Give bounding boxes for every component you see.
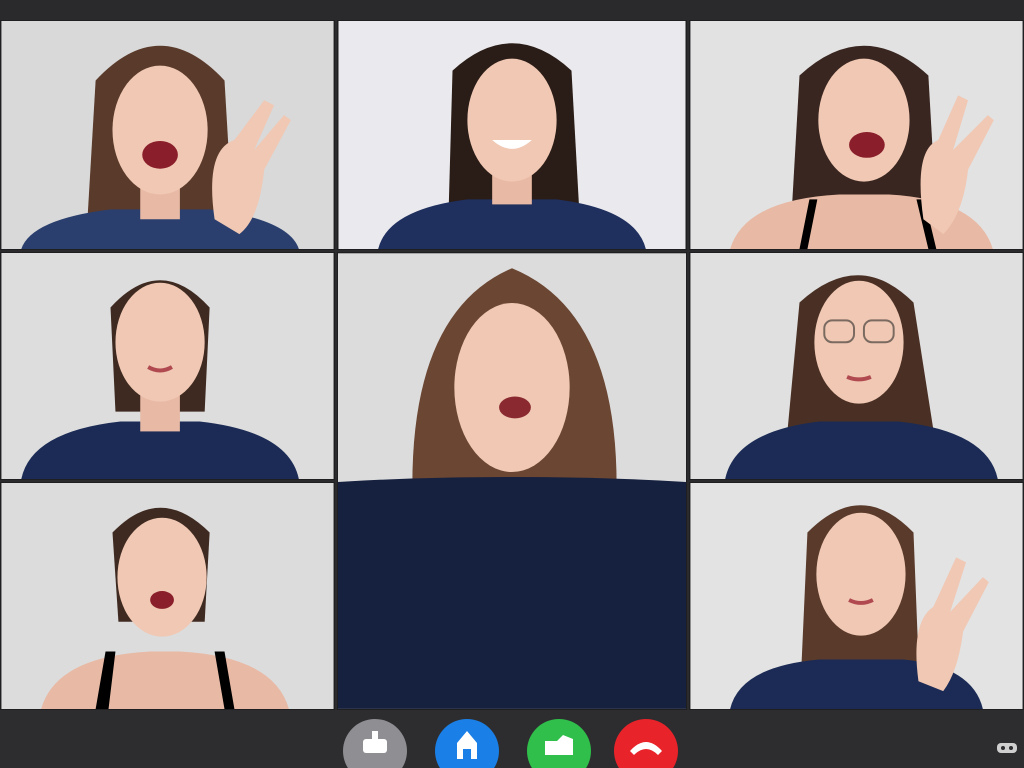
hang-up-icon bbox=[630, 742, 662, 755]
participant-tile-6[interactable] bbox=[689, 252, 1024, 480]
participant-video-7 bbox=[1, 483, 334, 709]
end-call-button[interactable] bbox=[614, 719, 678, 768]
participant-video-6 bbox=[690, 253, 1023, 479]
participant-video-1 bbox=[1, 21, 334, 249]
top-bar bbox=[0, 0, 1024, 20]
participant-video-4 bbox=[1, 253, 334, 479]
app-logo-icon bbox=[997, 743, 1017, 753]
participant-tile-2[interactable] bbox=[337, 20, 687, 250]
participant-video-8 bbox=[690, 483, 1023, 709]
call-controls-bar bbox=[0, 710, 1024, 768]
participant-tile-4[interactable] bbox=[0, 252, 335, 480]
person-icon bbox=[457, 731, 477, 759]
participant-grid bbox=[0, 20, 1024, 710]
gray-action-button[interactable] bbox=[343, 719, 407, 768]
participant-tile-5-featured[interactable] bbox=[337, 252, 687, 710]
participant-video-2 bbox=[338, 21, 686, 249]
camera-icon bbox=[545, 735, 573, 755]
participant-tile-1[interactable] bbox=[0, 20, 335, 250]
video-call-window bbox=[0, 0, 1024, 768]
participant-tile-7[interactable] bbox=[0, 482, 335, 710]
chat-icon bbox=[363, 731, 387, 753]
participant-tile-8[interactable] bbox=[689, 482, 1024, 710]
blue-action-button[interactable] bbox=[435, 719, 499, 768]
participant-video-5 bbox=[338, 253, 686, 709]
participant-video-3 bbox=[690, 21, 1023, 249]
green-action-button[interactable] bbox=[527, 719, 591, 768]
participant-tile-3[interactable] bbox=[689, 20, 1024, 250]
